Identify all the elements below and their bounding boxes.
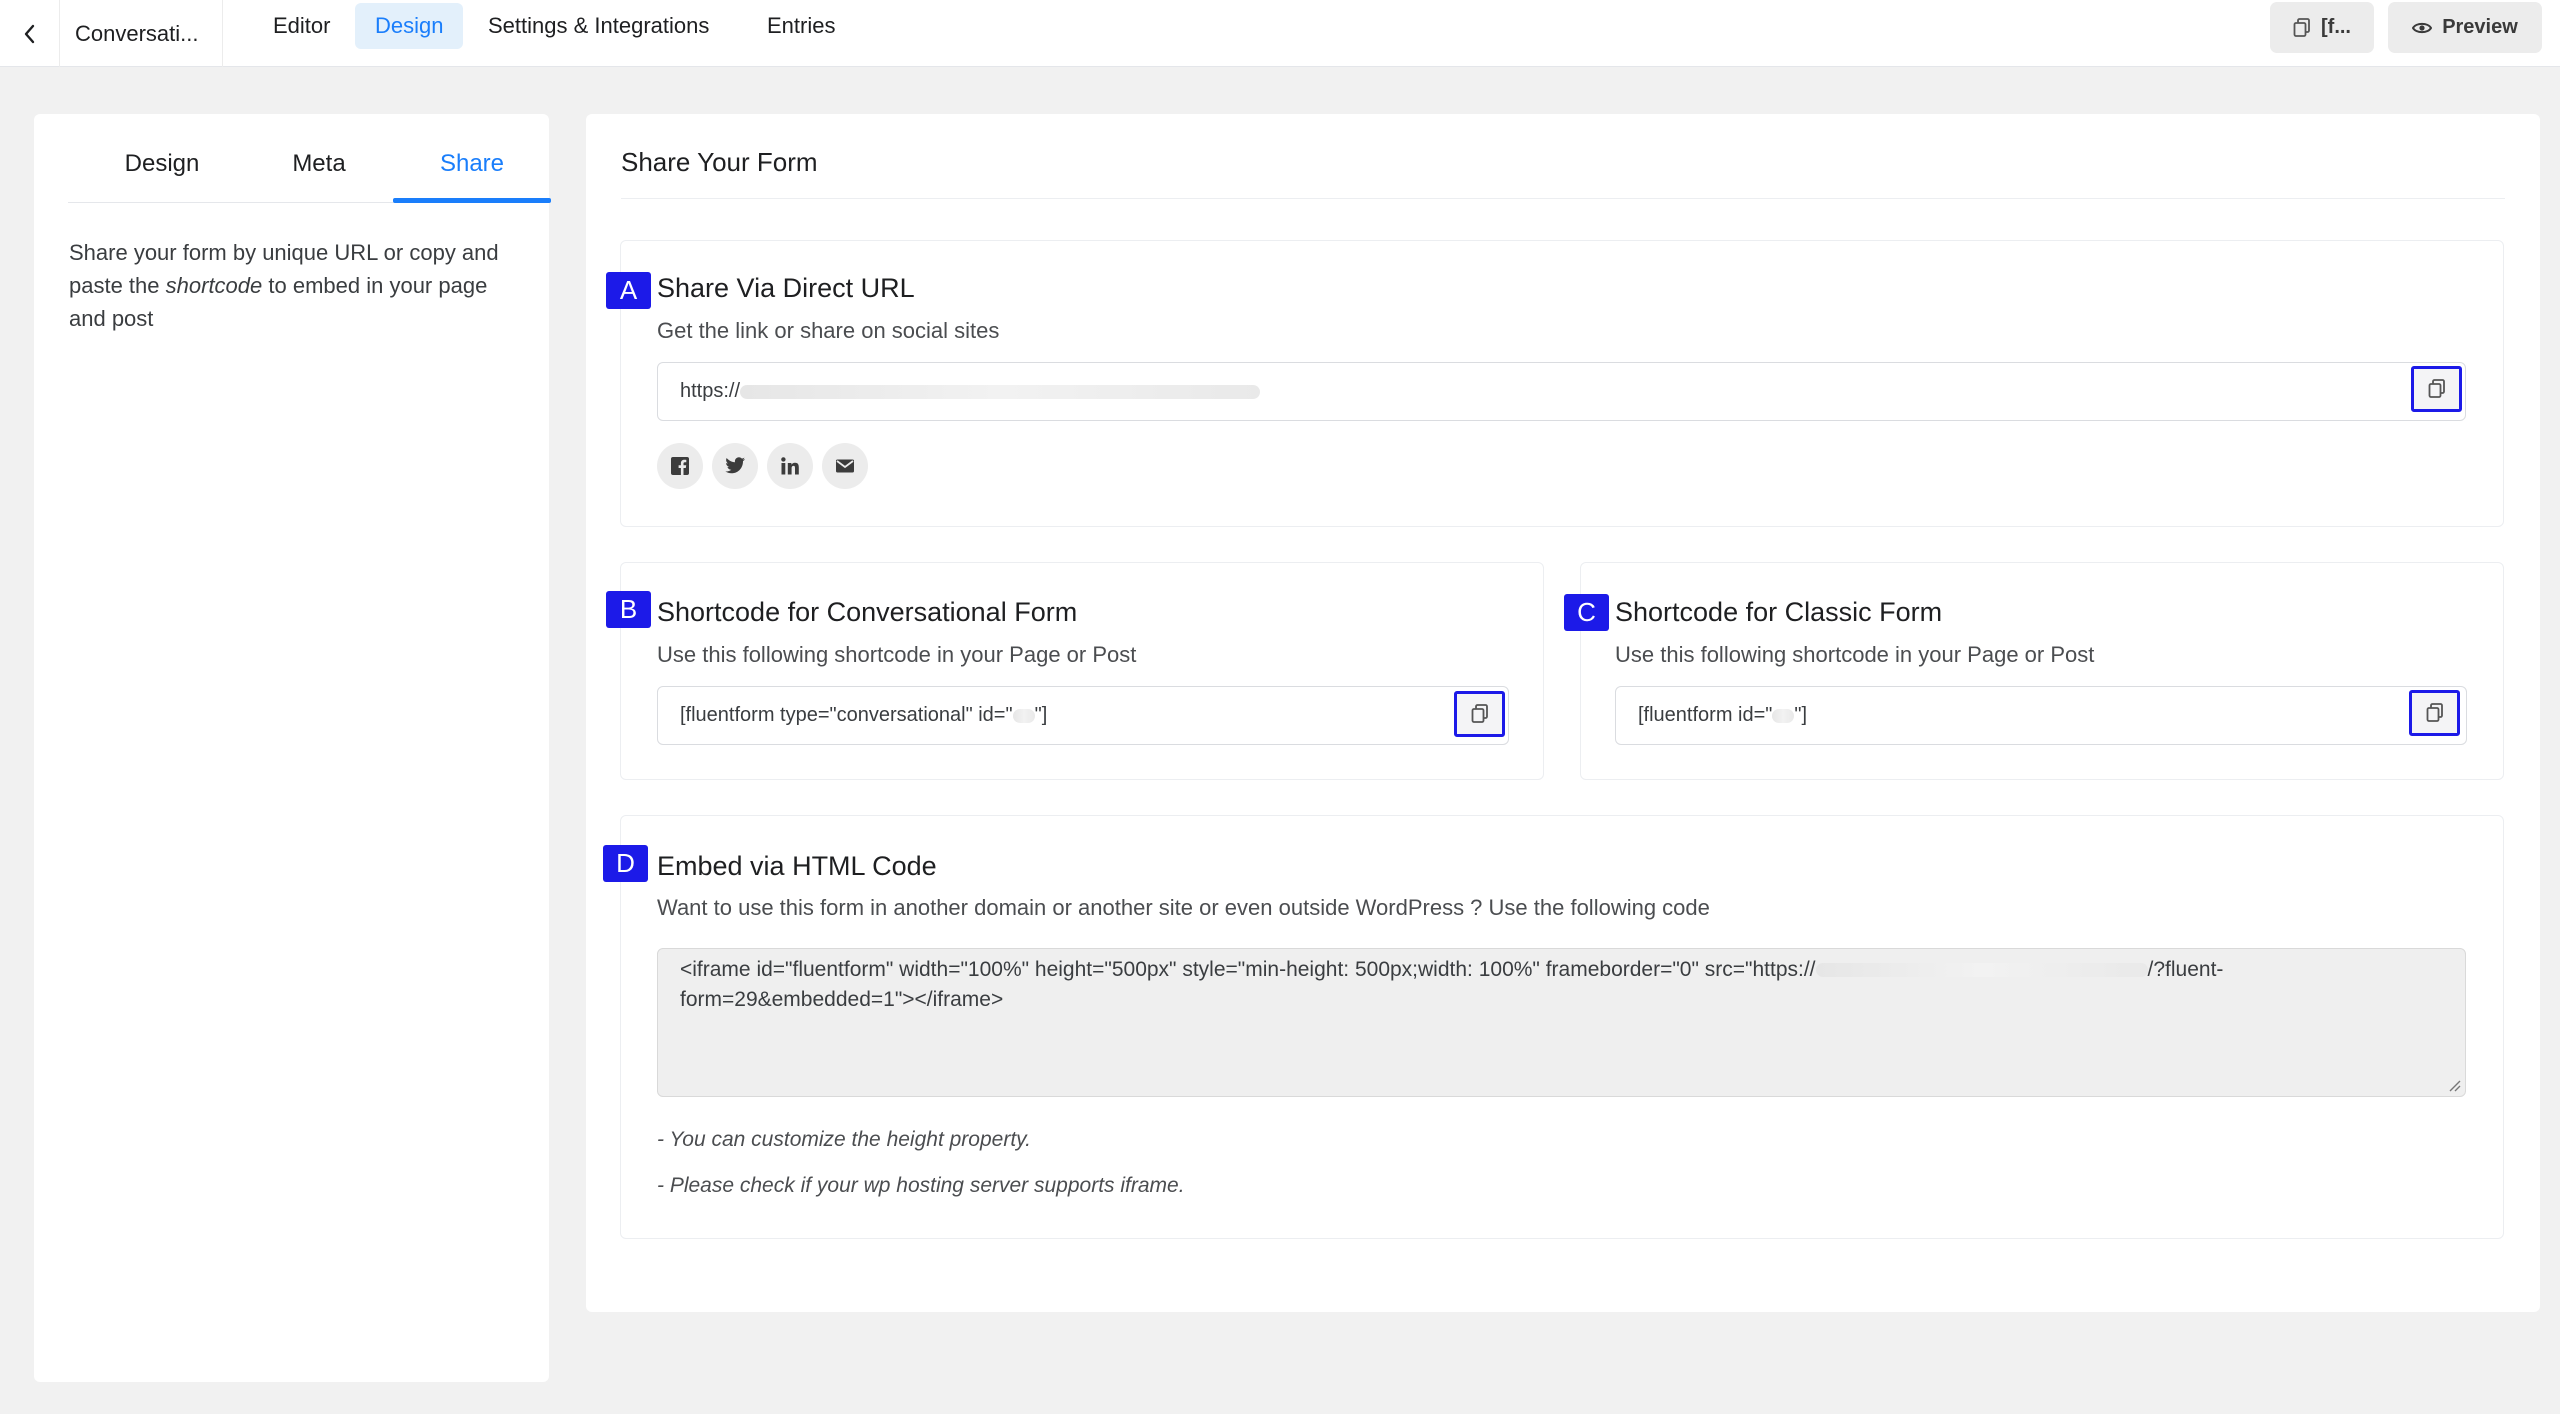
embed-note-iframe: - Please check if your wp hosting server…: [657, 1174, 1185, 1197]
embed-note-height: - You can customize the height property.: [657, 1128, 1031, 1151]
sidebar-tab-meta[interactable]: Meta: [246, 150, 392, 202]
embed-html-subtitle: Want to use this form in another domain …: [657, 895, 1710, 920]
copy-icon: [2428, 379, 2445, 398]
sidebar-tab-design[interactable]: Design: [89, 150, 235, 202]
copy-icon: [1471, 704, 1488, 723]
embed-html-title: Embed via HTML Code: [657, 851, 937, 881]
eye-icon: [2412, 22, 2433, 33]
copy-url-button[interactable]: [2411, 366, 2462, 412]
redacted-domain: [1815, 963, 2148, 978]
direct-url-title: Share Via Direct URL: [657, 273, 915, 303]
title-divider: [621, 198, 2505, 199]
conversational-shortcode-field[interactable]: [fluentform type="conversational" id=" "…: [657, 686, 1509, 745]
email-icon: [836, 459, 854, 473]
facebook-icon: [671, 457, 689, 475]
share-facebook-button[interactable]: [657, 443, 703, 489]
share-linkedin-button[interactable]: [767, 443, 813, 489]
settings-sidebar: Design Meta Share Share your form by uni…: [34, 114, 551, 1382]
copy-conversational-shortcode-button[interactable]: [1454, 691, 1505, 737]
conversational-shortcode-title: Shortcode for Conversational Form: [657, 597, 1078, 627]
tab-settings-integrations[interactable]: Settings & Integrations: [468, 3, 729, 49]
conversational-shortcode-start: [fluentform type="conversational" id=": [680, 704, 1013, 726]
back-button[interactable]: [0, 0, 60, 67]
classic-shortcode-subtitle: Use this following shortcode in your Pag…: [1615, 642, 2095, 667]
marker-b: B: [606, 591, 651, 628]
chevron-left-icon: [24, 24, 34, 43]
sidebar-tab-share[interactable]: Share: [393, 150, 551, 202]
resize-handle-icon[interactable]: [2447, 1078, 2461, 1092]
direct-url-value: https://: [680, 380, 741, 402]
tab-entries[interactable]: Entries: [747, 3, 855, 49]
shortcode-copy-button[interactable]: [f...: [2270, 2, 2374, 53]
classic-shortcode-card: [1580, 562, 2504, 780]
tab-design[interactable]: Design: [355, 3, 464, 49]
copy-icon: [2293, 17, 2310, 37]
redacted-form-id: [1772, 708, 1795, 723]
classic-shortcode-title: Shortcode for Classic Form: [1615, 597, 1943, 627]
direct-url-field[interactable]: https://: [657, 362, 2466, 421]
share-email-button[interactable]: [822, 443, 868, 489]
shortcode-button-label: [f...: [2321, 16, 2351, 38]
conversational-shortcode-card: [620, 562, 1544, 780]
twitter-icon: [725, 457, 746, 474]
form-name: Conversati...: [61, 0, 223, 67]
conversational-shortcode-subtitle: Use this following shortcode in your Pag…: [657, 642, 1137, 667]
preview-button[interactable]: Preview: [2388, 2, 2542, 53]
conversational-shortcode-end: "]: [1034, 704, 1048, 726]
page-title: Share Your Form: [621, 147, 818, 177]
embed-code-start: <iframe id="fluentform" width="100%" hei…: [680, 958, 1816, 981]
direct-url-subtitle: Get the link or share on social sites: [657, 318, 1000, 343]
copy-icon: [2426, 703, 2443, 722]
tab-editor[interactable]: Editor: [253, 3, 350, 49]
active-tab-indicator: [393, 198, 551, 203]
classic-shortcode-field[interactable]: [fluentform id=" "]: [1615, 686, 2467, 745]
classic-shortcode-start: [fluentform id=": [1638, 704, 1773, 726]
marker-c: C: [1564, 594, 1609, 631]
marker-a: A: [606, 272, 651, 309]
share-twitter-button[interactable]: [712, 443, 758, 489]
redacted-url: [740, 384, 1261, 399]
preview-button-label: Preview: [2442, 16, 2518, 38]
embed-code-textarea[interactable]: <iframe id="fluentform" width="100%" hei…: [657, 948, 2466, 1097]
share-description: Share your form by unique URL or copy an…: [69, 240, 499, 331]
top-bar: Conversati... Editor Design Settings & I…: [0, 0, 2560, 67]
redacted-form-id: [1012, 708, 1035, 723]
marker-d: D: [603, 845, 648, 882]
linkedin-icon: [781, 457, 799, 475]
copy-classic-shortcode-button[interactable]: [2409, 690, 2460, 736]
classic-shortcode-end: "]: [1794, 704, 1808, 726]
